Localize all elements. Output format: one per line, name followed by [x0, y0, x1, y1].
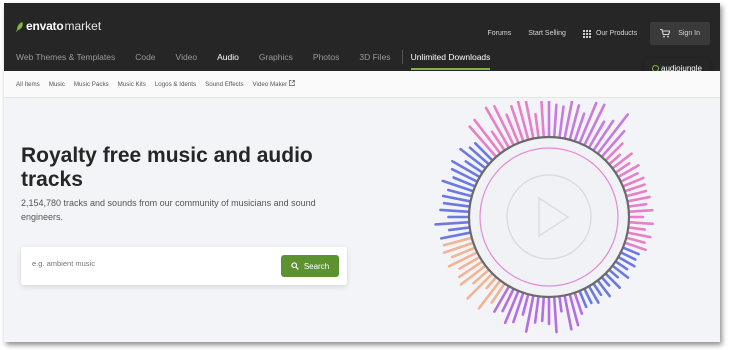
- waveform-bar: [625, 208, 654, 214]
- logo-suffix: market: [64, 19, 102, 33]
- waveform-bar: [439, 208, 473, 214]
- subnav-sound-effects[interactable]: Sound Effects: [205, 81, 243, 88]
- waveform-bar: [624, 230, 652, 239]
- forums-link[interactable]: Forums: [487, 30, 511, 37]
- envato-market-logo[interactable]: envato market: [16, 19, 101, 33]
- player-disc: [467, 135, 631, 299]
- subnav-music-kits[interactable]: Music Kits: [118, 81, 146, 88]
- waveform-bar: [512, 289, 526, 324]
- search-icon: [291, 262, 299, 270]
- waveform-bar: [450, 167, 481, 184]
- page-frame: envato market Forums Start Selling Our Pr…: [4, 3, 720, 342]
- external-link-icon: [289, 80, 295, 86]
- main-nav: Web Themes & Templates Code Video Audio …: [16, 50, 490, 70]
- waveform-bar: [490, 130, 507, 154]
- nav-graphics[interactable]: Graphics: [259, 52, 293, 64]
- waveform-bar: [540, 101, 546, 141]
- waveform-bar: [623, 189, 648, 199]
- waveform-bar: [602, 270, 621, 289]
- waveform-bar: [447, 225, 474, 232]
- subnav-video-maker[interactable]: Video Maker: [253, 80, 295, 88]
- sign-in-button[interactable]: Sign In: [650, 22, 710, 45]
- nav-video[interactable]: Video: [176, 52, 198, 64]
- nav-code[interactable]: Code: [135, 52, 155, 64]
- waveform-bar: [521, 291, 531, 316]
- waveform-bar: [625, 220, 654, 226]
- logo-brand: envato: [26, 19, 64, 33]
- sub-nav: All Items Music Music Packs Music Kits L…: [4, 71, 720, 98]
- nav-unlimited-downloads[interactable]: Unlimited Downloads: [410, 52, 490, 70]
- waveform-bar: [534, 112, 541, 142]
- grid-icon: [582, 29, 591, 38]
- leaf-icon: [16, 21, 24, 32]
- nav-photos[interactable]: Photos: [313, 52, 339, 64]
- sign-in-label: Sign In: [678, 30, 700, 37]
- nav-audio[interactable]: Audio: [217, 52, 239, 64]
- subnav-all-items[interactable]: All Items: [16, 81, 40, 88]
- top-header: envato market Forums Start Selling Our Pr…: [4, 3, 720, 71]
- start-selling-link[interactable]: Start Selling: [528, 30, 566, 37]
- hero-subtitle: 2,154,780 tracks and sounds from our com…: [21, 198, 316, 222]
- waveform-bar: [595, 277, 611, 298]
- our-products-label: Our Products: [595, 30, 638, 37]
- waveform-bar: [434, 220, 473, 226]
- subnav-logos-idents[interactable]: Logos & Idents: [155, 81, 196, 88]
- waveform-bar: [609, 263, 630, 279]
- search-bar: Search: [21, 247, 347, 285]
- our-products-button[interactable]: Our Products: [582, 29, 638, 38]
- subnav-music-packs[interactable]: Music Packs: [74, 81, 109, 88]
- waveform-bar: [540, 293, 546, 323]
- waveform-bar: [615, 164, 640, 180]
- waveform-bar: [472, 267, 492, 285]
- waveform-bar: [624, 195, 651, 204]
- waveform-bar: [458, 254, 483, 270]
- waveform-bar: [442, 201, 474, 209]
- audio-visualizer: [434, 101, 654, 334]
- search-button[interactable]: Search: [281, 255, 339, 277]
- hero-title: Royalty free music and audio tracks: [21, 144, 313, 191]
- top-links: Forums Start Selling Our Products Sign I…: [470, 22, 710, 45]
- waveform-bar: [533, 293, 541, 324]
- waveform-bar: [505, 113, 521, 147]
- nav-web-themes[interactable]: Web Themes & Templates: [16, 52, 115, 64]
- nav-3d-files[interactable]: 3D Files: [359, 52, 390, 64]
- waveform-bar: [562, 101, 574, 142]
- nav-divider: [401, 50, 403, 64]
- search-button-label: Search: [303, 261, 330, 271]
- waveform-bar: [552, 103, 558, 141]
- waveform-bar: [623, 235, 646, 244]
- waveform-bar: [552, 293, 558, 334]
- waveform-bar: [490, 280, 507, 304]
- subnav-video-maker-label: Video Maker: [252, 81, 288, 88]
- subnav-music[interactable]: Music: [49, 81, 65, 88]
- cart-icon: [660, 29, 671, 38]
- waveform-bar: [557, 105, 565, 142]
- waveform-bar: [441, 194, 474, 204]
- search-input[interactable]: [32, 259, 252, 268]
